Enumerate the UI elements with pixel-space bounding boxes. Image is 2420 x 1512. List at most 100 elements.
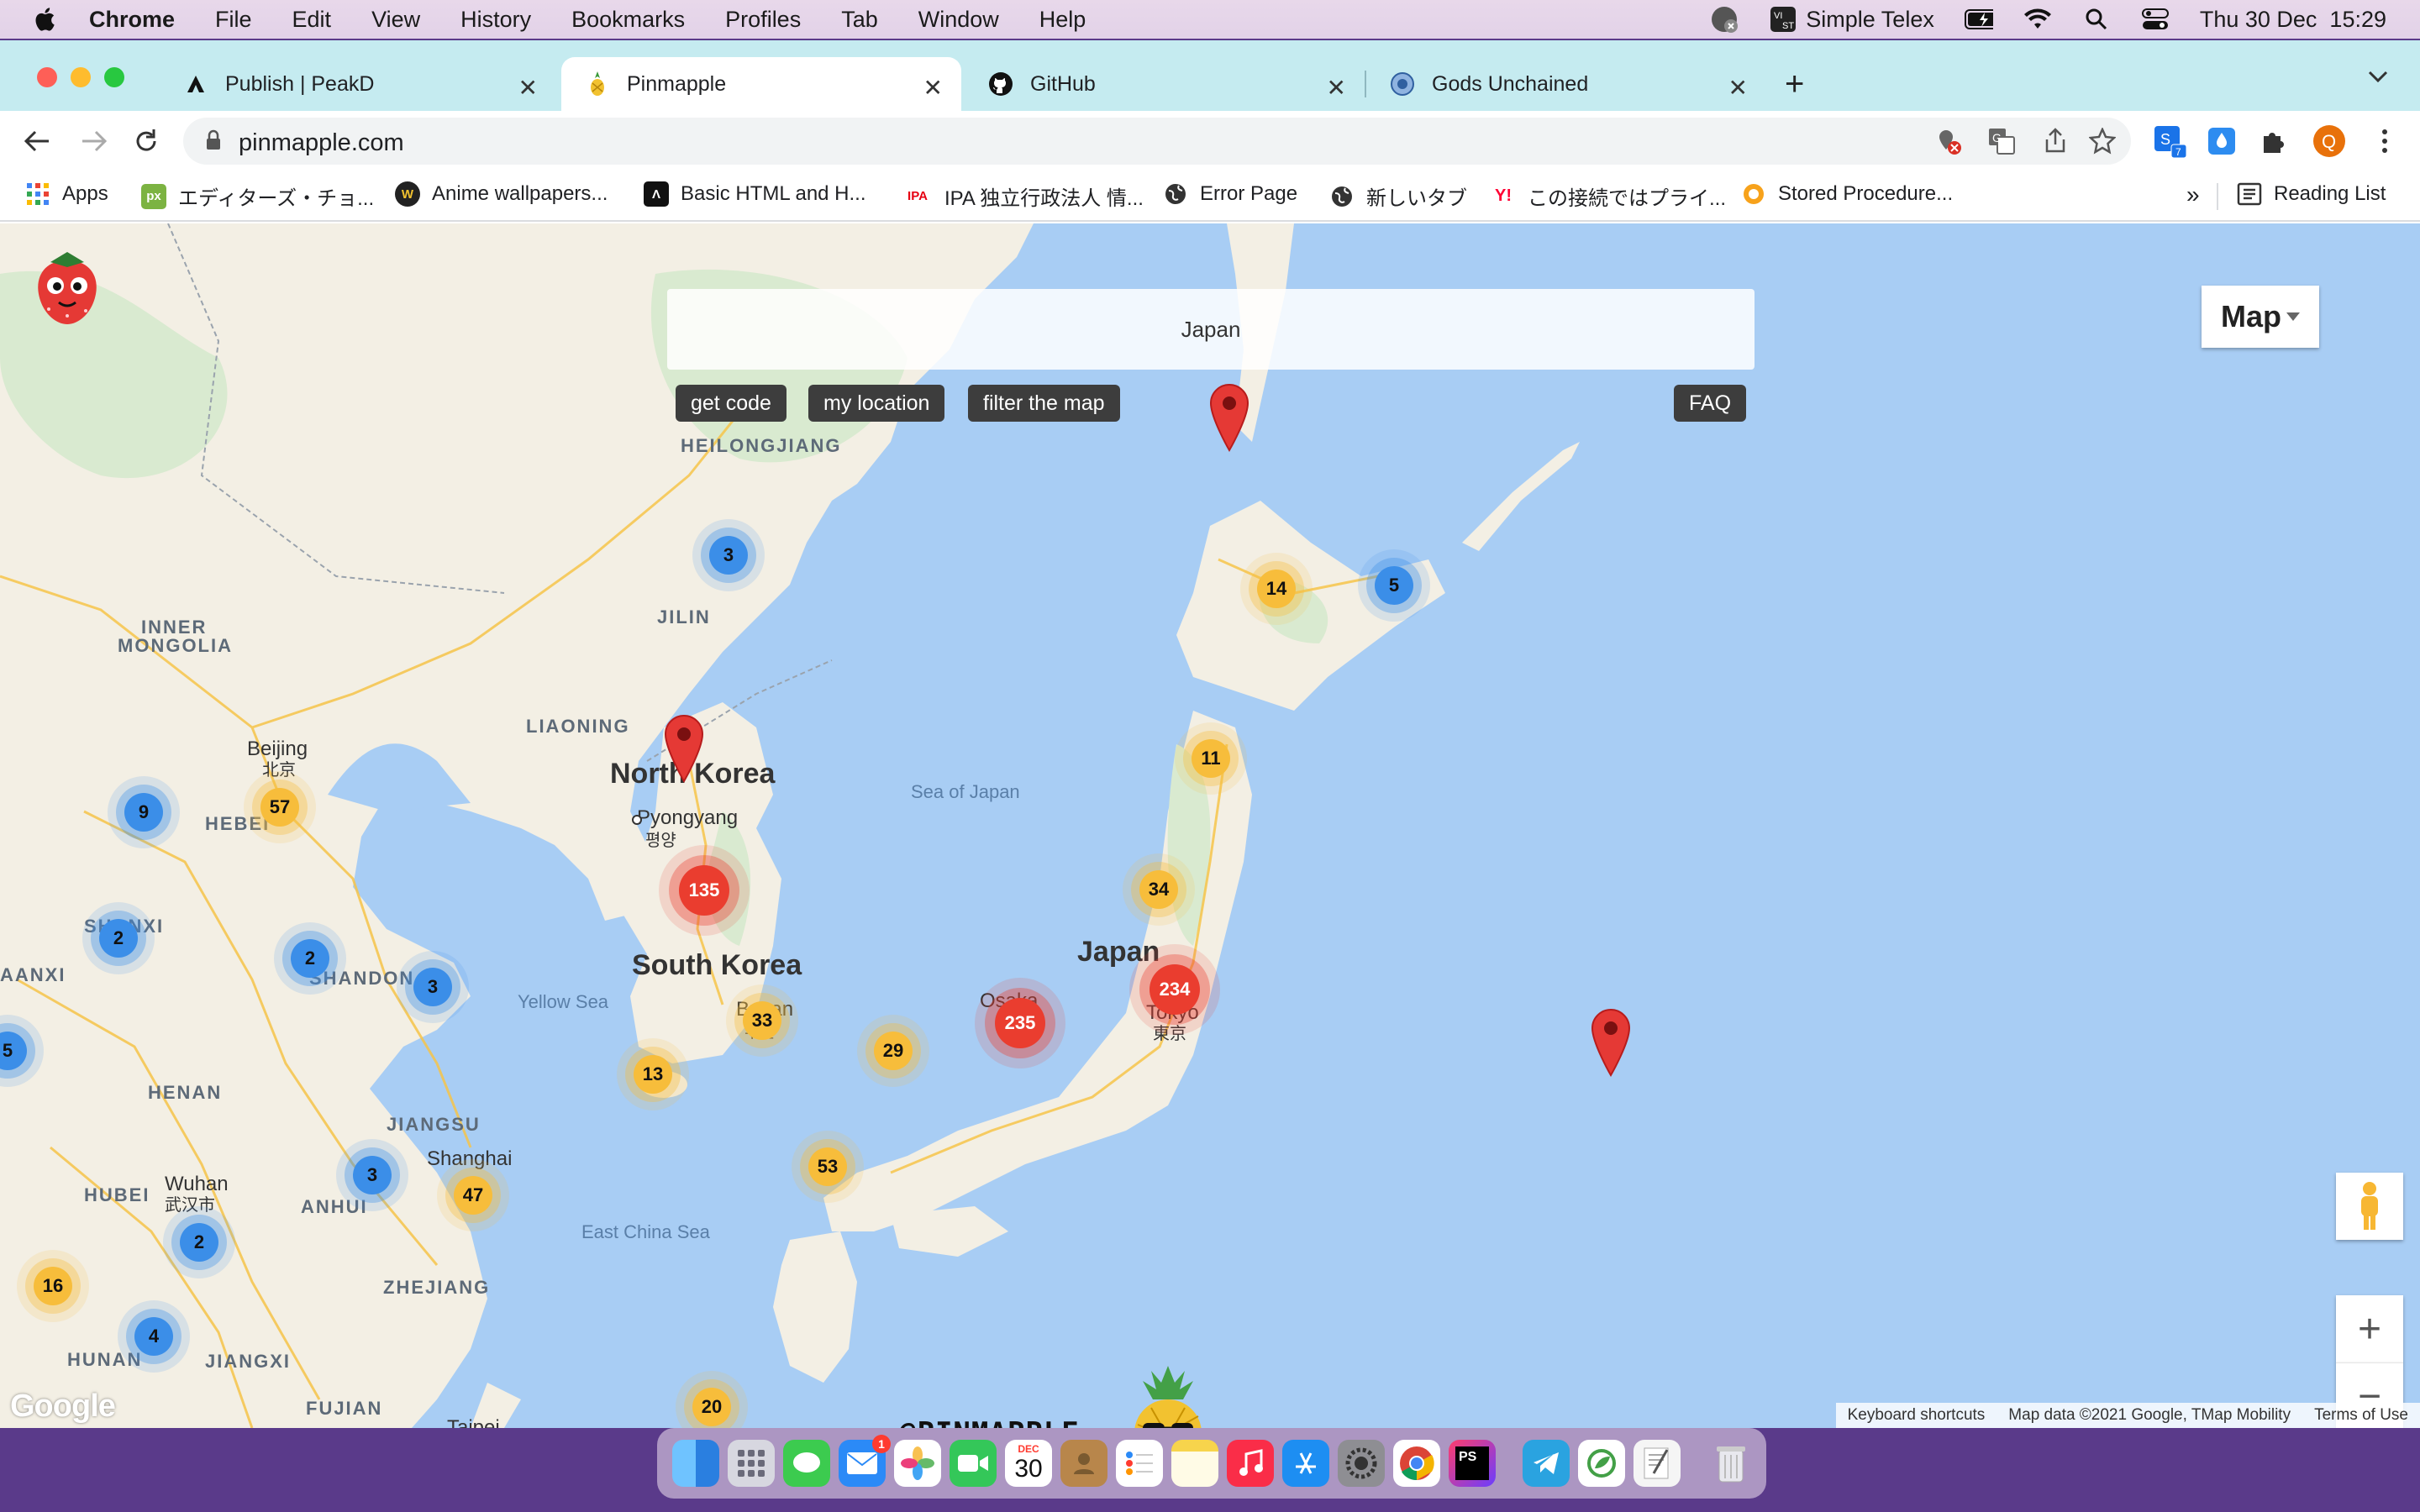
menu-window[interactable]: Window	[918, 7, 999, 33]
zoom-in-button[interactable]: +	[2336, 1295, 2403, 1362]
reminders-icon[interactable]	[1116, 1440, 1163, 1487]
map-pin-marker[interactable]	[662, 714, 706, 783]
map-cluster-marker[interactable]: 34	[1139, 870, 1178, 909]
strawberry-mascot-icon[interactable]	[25, 244, 109, 332]
photos-icon[interactable]	[894, 1440, 941, 1487]
map-cluster-marker[interactable]: 3	[709, 536, 748, 575]
reading-list-button[interactable]: Reading List	[2237, 181, 2386, 207]
street-view-pegman-icon[interactable]	[2336, 1173, 2403, 1240]
location-search-input[interactable]	[667, 289, 1754, 370]
map-cluster-marker[interactable]: 13	[634, 1055, 672, 1094]
map-cluster-marker[interactable]: 4	[134, 1317, 173, 1356]
bookmark-item[interactable]: Error Page	[1163, 181, 1297, 207]
new-tab-button[interactable]: +	[1785, 66, 1804, 103]
minimize-window-button[interactable]	[71, 67, 91, 87]
close-tab-icon[interactable]: ✕	[1327, 74, 1346, 102]
filter-map-button[interactable]: filter the map	[968, 385, 1120, 422]
close-tab-icon[interactable]: ✕	[1728, 74, 1748, 102]
music-icon[interactable]	[1227, 1440, 1274, 1487]
terms-of-use-link[interactable]: Terms of Use	[2302, 1406, 2420, 1425]
simple-telex-status[interactable]: VI ST Simple Telex	[1769, 7, 1934, 33]
menu-history[interactable]: History	[460, 7, 531, 33]
menu-tab[interactable]: Tab	[841, 7, 878, 33]
profile-avatar[interactable]: Q	[2312, 124, 2346, 158]
tab-peakd[interactable]: Publish | PeakD ✕	[160, 57, 556, 111]
map-cluster-marker[interactable]: 47	[454, 1176, 492, 1215]
map-cluster-marker[interactable]: 53	[808, 1147, 847, 1186]
map-cluster-marker[interactable]: 9	[124, 793, 163, 832]
forward-arrow-icon[interactable]	[77, 124, 111, 158]
map-cluster-marker[interactable]: 235	[995, 998, 1045, 1048]
map-cluster-marker[interactable]: 3	[413, 968, 452, 1006]
close-tab-icon[interactable]: ✕	[518, 74, 538, 102]
map-cluster-marker[interactable]: 57	[260, 788, 299, 827]
map-cluster-marker[interactable]: 5	[1375, 566, 1413, 605]
menu-view[interactable]: View	[371, 7, 420, 33]
map-cluster-marker[interactable]: 11	[1192, 739, 1230, 778]
wifi-icon[interactable]	[2023, 7, 2052, 32]
bookmark-item[interactable]: 新しいタブ	[1329, 181, 1467, 211]
map-cluster-marker[interactable]: 20	[692, 1388, 731, 1426]
map-pin-marker[interactable]	[1589, 1008, 1633, 1077]
location-blocked-icon[interactable]	[1934, 128, 1963, 160]
extension-drop-icon[interactable]	[2205, 124, 2238, 158]
menu-help[interactable]: Help	[1039, 7, 1086, 33]
bookmark-item[interactable]: Λ Basic HTML and H...	[644, 181, 866, 207]
map-cluster-marker[interactable]: 3	[353, 1156, 392, 1194]
textedit-icon[interactable]	[1634, 1440, 1681, 1487]
bookmark-apps[interactable]: Apps	[25, 181, 108, 207]
chrome-icon[interactable]	[1393, 1440, 1440, 1487]
my-location-button[interactable]: my location	[808, 385, 945, 422]
map-canvas[interactable]: HEILONGJIANG JILIN INNER MONGOLIA LIAONI…	[0, 223, 2420, 1428]
bookmark-item[interactable]: Y! この接続ではプライ...	[1491, 181, 1726, 211]
spotlight-search-icon[interactable]	[2082, 7, 2111, 32]
menu-edit[interactable]: Edit	[292, 7, 332, 33]
zoom-window-button[interactable]	[104, 67, 124, 87]
tab-gods-unchained[interactable]: Gods Unchained ✕	[1366, 57, 1766, 111]
keyboard-shortcuts-link[interactable]: Keyboard shortcuts	[1836, 1406, 1997, 1425]
menubar-clock[interactable]: Thu 30 Dec 15:29	[2200, 7, 2386, 33]
map-cluster-marker[interactable]: 2	[180, 1223, 218, 1262]
telegram-icon[interactable]	[1523, 1440, 1570, 1487]
bookmark-star-icon[interactable]	[2088, 126, 2117, 159]
map-cluster-marker[interactable]: 14	[1257, 570, 1296, 608]
facetime-icon[interactable]	[950, 1440, 997, 1487]
menu-bookmarks[interactable]: Bookmarks	[571, 7, 685, 33]
map-cluster-marker[interactable]: 16	[34, 1267, 72, 1305]
bookmark-item[interactable]: px エディターズ・チョ...	[141, 181, 374, 211]
share-icon[interactable]	[2044, 128, 2067, 159]
apple-menu-icon[interactable]	[34, 7, 55, 32]
extensions-puzzle-icon[interactable]	[2257, 124, 2291, 158]
map-cluster-marker[interactable]: 135	[679, 865, 729, 916]
close-window-button[interactable]	[37, 67, 57, 87]
map-cluster-marker[interactable]: 2	[99, 919, 138, 958]
tab-search-chevron-down-icon[interactable]	[2368, 71, 2388, 88]
app-leaf-icon[interactable]	[1578, 1440, 1625, 1487]
menu-app-name[interactable]: Chrome	[89, 7, 175, 33]
google-logo[interactable]: Google	[10, 1389, 116, 1425]
close-tab-icon[interactable]: ✕	[923, 74, 943, 102]
tab-github[interactable]: GitHub ✕	[965, 57, 1365, 111]
map-type-dropdown[interactable]: Map	[2202, 286, 2319, 348]
trash-icon[interactable]	[1707, 1440, 1754, 1487]
faq-button[interactable]: FAQ	[1674, 385, 1747, 422]
lock-icon[interactable]	[205, 129, 222, 155]
user-status-icon[interactable]	[1710, 7, 1739, 33]
bookmarks-overflow-button[interactable]: »	[2186, 181, 2200, 208]
translate-icon[interactable]: G	[1988, 128, 2015, 159]
reload-icon[interactable]	[129, 124, 163, 158]
calendar-icon[interactable]: DEC 30	[1005, 1440, 1052, 1487]
bookmark-item[interactable]: Stored Procedure...	[1741, 181, 1953, 207]
contacts-icon[interactable]	[1060, 1440, 1107, 1487]
get-code-button[interactable]: get code	[676, 385, 786, 422]
menu-file[interactable]: File	[215, 7, 252, 33]
bookmark-item[interactable]: IPA IPA 独立行政法人 情...	[902, 181, 1144, 211]
app-store-icon[interactable]	[1282, 1440, 1329, 1487]
battery-icon[interactable]	[1964, 7, 1993, 32]
menu-profiles[interactable]: Profiles	[725, 7, 801, 33]
address-bar[interactable]: pinmapple.com G	[183, 118, 2131, 165]
map-pin-marker[interactable]	[1207, 383, 1251, 452]
chrome-menu-icon[interactable]	[2368, 124, 2402, 158]
map-cluster-marker[interactable]: 33	[743, 1001, 781, 1040]
mail-icon[interactable]: 1	[839, 1435, 891, 1487]
